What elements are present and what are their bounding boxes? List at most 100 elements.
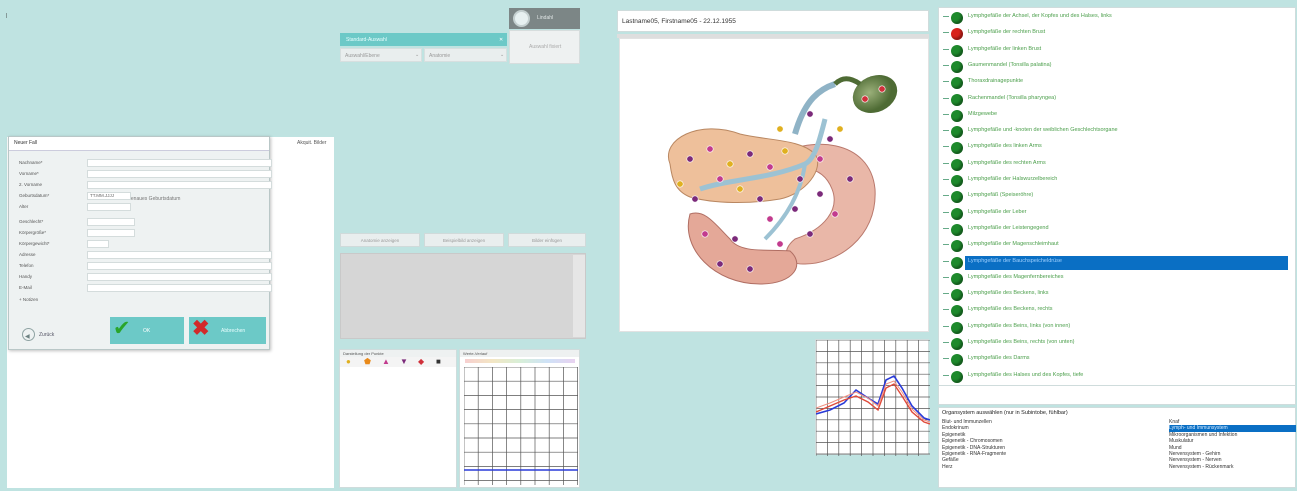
field-label: Adresse: [19, 252, 36, 257]
field-input[interactable]: [87, 218, 135, 226]
tree-item[interactable]: Lymphgefäße der Bauchspeicheldrüse: [943, 255, 1288, 271]
ok-label: OK: [143, 328, 151, 334]
tree-expander[interactable]: [943, 358, 949, 360]
tree-expander[interactable]: [943, 64, 949, 66]
back-button[interactable]: ◀ Zurück: [22, 327, 68, 343]
anatomy-image[interactable]: [619, 38, 929, 332]
tree-expander[interactable]: [943, 342, 949, 343]
tree-item[interactable]: Rachenmandel (Tonsilla pharyngea): [943, 92, 1283, 108]
list-item[interactable]: Epigenetik - Chromosomen: [942, 438, 1006, 444]
tree-item[interactable]: Lymphgefäße des Beins, rechts (von unten…: [943, 336, 1283, 352]
tree-item[interactable]: Lymphgefäße der Magenschleimhaut: [943, 238, 1283, 254]
tree-item[interactable]: Lymphgefäße des linken Arms: [943, 140, 1283, 156]
tab-show-anatomy[interactable]: Anatomie anzeigen: [340, 233, 420, 247]
tree-expander[interactable]: [943, 130, 949, 132]
organ-list-left: Blut- und Immunzellen Endokrinum Epigeneti…: [942, 419, 1006, 470]
tree-expander[interactable]: [943, 260, 949, 262]
tree-item[interactable]: Lymphgefäße des Beckens, rechts: [943, 303, 1283, 319]
tree-item[interactable]: Gaumenmandel (Tonsilla palatina): [943, 59, 1283, 75]
marker-shape-icon[interactable]: ◆: [418, 357, 424, 366]
tab-insert-images[interactable]: Bilder einfügen: [508, 233, 586, 247]
tree-expander[interactable]: [943, 146, 949, 148]
tree-item[interactable]: Lymphgefäße der Leber: [943, 206, 1283, 222]
tree-item[interactable]: Lymphgefäße des Beckens, links: [943, 287, 1283, 303]
tree-expander[interactable]: [943, 195, 949, 197]
tree-item[interactable]: Thoraxdrainagepunkte: [943, 75, 1283, 91]
tree-item[interactable]: Lymphgefäße des Beins, links (von innen): [943, 320, 1283, 336]
chevron-down-icon: ⌄: [415, 52, 420, 58]
tree-expander[interactable]: [943, 374, 949, 376]
tree-expander[interactable]: [943, 16, 949, 17]
tree-expander[interactable]: [943, 113, 949, 115]
tree-item-label: Lymphgefäße der Leistengegend: [968, 224, 1049, 231]
anatomy-select[interactable]: Anatomie ⌄: [424, 48, 507, 62]
preview-box: [340, 253, 586, 339]
tree-expander[interactable]: [943, 276, 949, 278]
tree-item[interactable]: Lymphgefäße des Darms: [943, 352, 1283, 368]
tree-item[interactable]: Lymphgefäße der linken Brust: [943, 43, 1283, 59]
tree-item[interactable]: Lymphgefäße des Halses und des Kopfes, t…: [943, 369, 1283, 385]
tree-item[interactable]: Lymphgefäße und -knoten der weiblichen G…: [943, 124, 1283, 140]
field-input[interactable]: [87, 240, 109, 248]
tree-expander[interactable]: [943, 48, 949, 50]
tree-expander[interactable]: [943, 162, 949, 164]
tree-expander[interactable]: [943, 179, 949, 180]
tree-item[interactable]: Lymphgefäße der rechten Brust: [943, 26, 1283, 42]
field-input[interactable]: TT.MM.JJJJ: [87, 192, 131, 200]
field-input[interactable]: [87, 203, 131, 211]
tree-item[interactable]: Milzgewebe: [943, 108, 1283, 124]
field-label: Telefon: [19, 263, 34, 268]
standard-select[interactable]: Standard-Auswahl ✕: [340, 33, 507, 46]
field-input[interactable]: [87, 284, 272, 292]
field-label: Vorname*: [19, 171, 39, 176]
marker-shape-icon[interactable]: ▼: [400, 357, 408, 366]
curve-chart[interactable]: [815, 339, 931, 456]
scrollbar[interactable]: [573, 255, 585, 337]
status-dot-icon: [951, 60, 963, 73]
marker-shape-icon[interactable]: ●: [346, 357, 351, 366]
tree-expander[interactable]: [943, 309, 949, 311]
field-input[interactable]: [87, 159, 272, 167]
tree-item-label: Lymphgefäße und -knoten der weiblichen G…: [968, 127, 1118, 134]
status-dot-icon: [951, 175, 963, 187]
ok-button[interactable]: ✔ OK: [110, 317, 184, 344]
field-row: Telefon: [17, 262, 272, 271]
close-icon[interactable]: ✕: [499, 37, 503, 43]
tree-expander[interactable]: [943, 325, 949, 327]
tree-expander[interactable]: [943, 97, 949, 99]
field-input[interactable]: [87, 181, 272, 189]
marker-shape-icon[interactable]: ⬟: [364, 357, 371, 366]
field-input[interactable]: [87, 251, 272, 259]
tree-item[interactable]: Lymphgefäße des Magenfernbereiches: [943, 271, 1283, 287]
field-input[interactable]: [87, 170, 272, 178]
fixed-selection-box[interactable]: Auswahl fixiert: [509, 30, 580, 64]
field-input[interactable]: [87, 262, 272, 270]
status-dot-icon: [951, 256, 963, 269]
marker-shape-icon[interactable]: ▲: [382, 357, 390, 366]
tree-item[interactable]: Lymphgefäß (Speiseröhre): [943, 189, 1283, 205]
tree-search-input[interactable]: [938, 385, 1296, 405]
cursor-marker: |: [6, 13, 8, 19]
tree-expander[interactable]: [943, 211, 949, 213]
list-item[interactable]: Herz: [942, 464, 1006, 470]
tree-item[interactable]: Lymphgefäße des rechten Arms: [943, 157, 1283, 173]
tab-show-example[interactable]: Beispielbild anzeigen: [424, 233, 504, 247]
list-item[interactable]: Nervensystem - Rückenmark: [1169, 464, 1296, 470]
tree-expander[interactable]: [943, 32, 949, 34]
level-select[interactable]: Auswahl/Ebene ⌄: [340, 48, 422, 62]
tree-item-label: Lymphgefäße des linken Arms: [968, 143, 1042, 150]
tree-expander[interactable]: [943, 227, 949, 229]
field-label: Nachname*: [19, 160, 43, 165]
tree-expander[interactable]: [943, 81, 949, 83]
cancel-button[interactable]: ✖ Abbrechen: [189, 317, 266, 344]
tree-item[interactable]: Lymphgefäße der Achsel, der Kopfes und d…: [943, 10, 1283, 26]
field-input[interactable]: [87, 273, 272, 281]
check-icon: ✔: [113, 317, 131, 340]
tree-expander[interactable]: [943, 244, 949, 246]
field-input[interactable]: [87, 229, 135, 237]
notes-toggle[interactable]: + Notizen: [19, 297, 38, 302]
tree-item[interactable]: Lymphgefäße der Halswurzelbereich: [943, 173, 1283, 189]
tree-expander[interactable]: [943, 293, 949, 295]
marker-shape-icon[interactable]: ■: [436, 357, 441, 366]
tree-item[interactable]: Lymphgefäße der Leistengegend: [943, 222, 1283, 238]
